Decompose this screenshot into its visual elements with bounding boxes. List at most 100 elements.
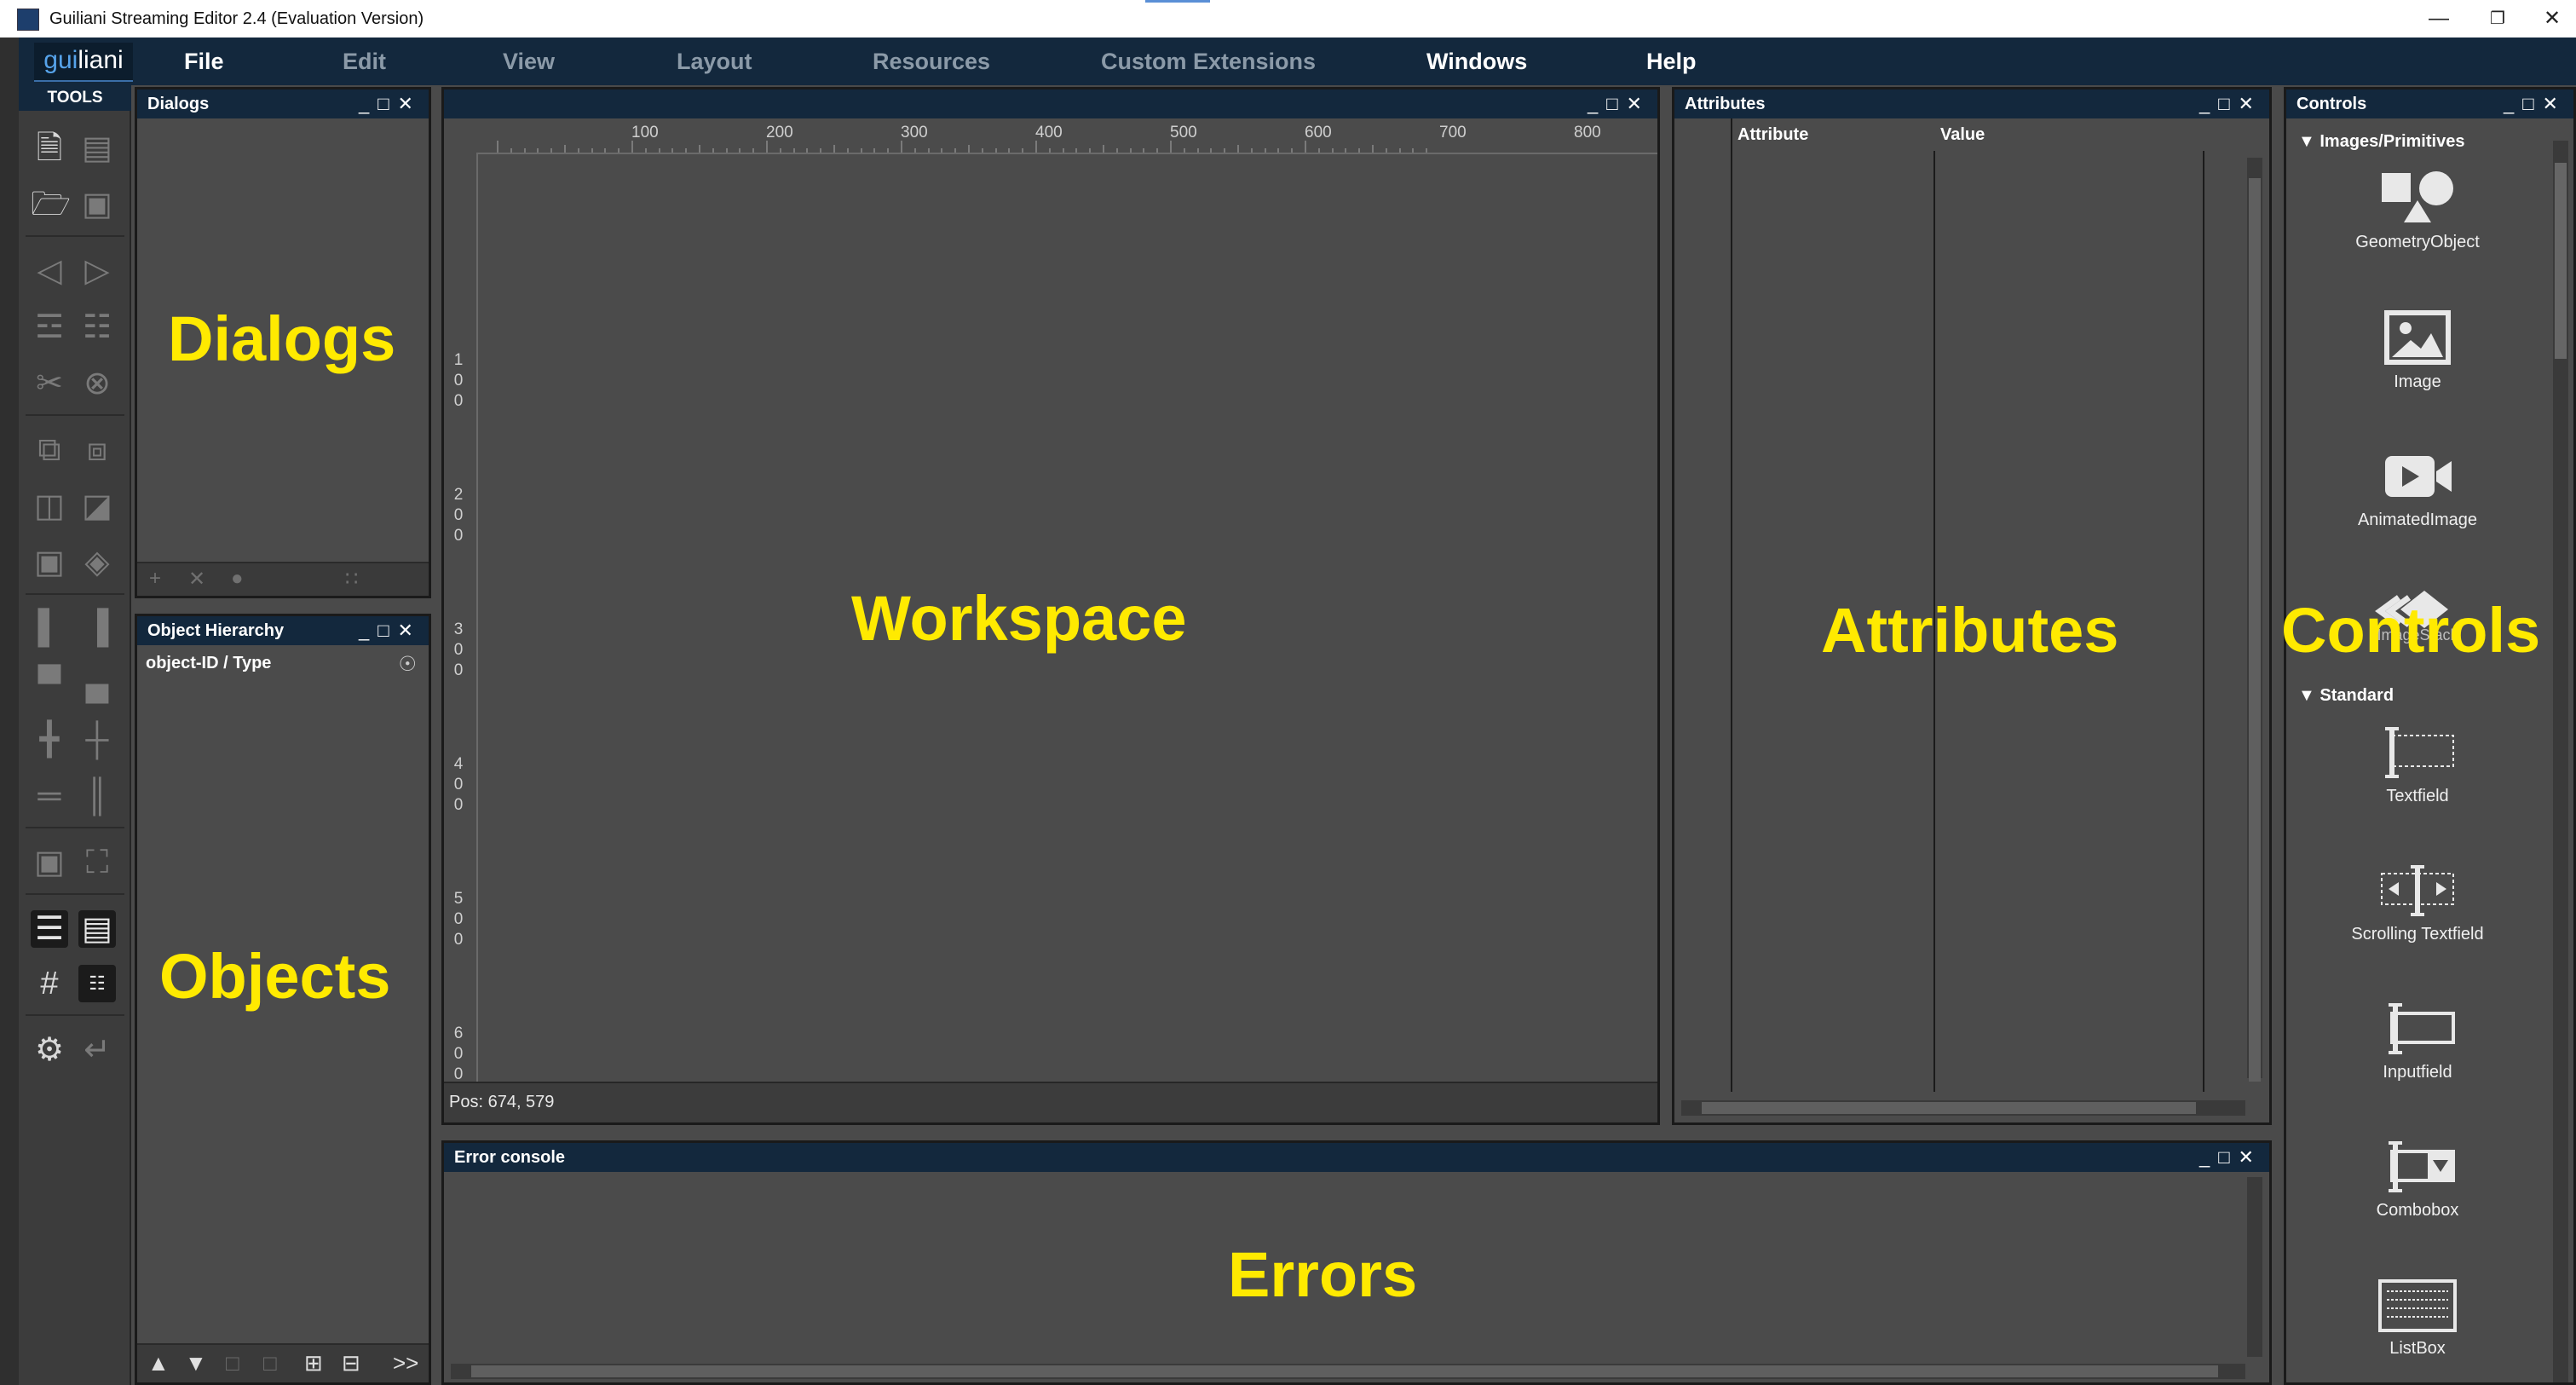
- tools-toolbar: TOOLS 🗎 ▤ 🗁 ▣ ◁ ▷ ☲ ☷ ✂ ⊗ ⧉ ⧈ ◫ ◪ ▣ ◈ ▌ …: [19, 85, 131, 1385]
- paste-icon[interactable]: ☷: [78, 309, 116, 346]
- list-view-icon[interactable]: ☰: [31, 910, 68, 948]
- delete-icon[interactable]: ⊗: [78, 365, 116, 402]
- restore-icon[interactable]: ❐: [2474, 3, 2521, 34]
- controls-panel: Controls _□✕ ▼ Images/Primitives Geometr…: [2281, 87, 2576, 1385]
- distribute-h-icon[interactable]: ═: [31, 777, 68, 815]
- control-geometryobject[interactable]: GeometryObject: [2341, 168, 2494, 252]
- menu-resources[interactable]: Resources: [873, 46, 990, 77]
- cut-icon[interactable]: ✂: [31, 365, 68, 402]
- panel-window-controls[interactable]: _□✕: [359, 89, 422, 118]
- error-console-title: Error console: [454, 1148, 566, 1167]
- menu-custom-extensions[interactable]: Custom Extensions: [1101, 46, 1316, 77]
- column-attribute[interactable]: Attribute: [1738, 125, 1808, 145]
- control-textfield[interactable]: Textfield: [2341, 722, 2494, 806]
- menu-edit[interactable]: Edit: [343, 46, 386, 77]
- menu-file[interactable]: File: [184, 46, 224, 77]
- backward-icon[interactable]: ◪: [78, 488, 116, 525]
- column-value[interactable]: Value: [1940, 125, 1985, 145]
- menu-help[interactable]: Help: [1646, 46, 1697, 77]
- align-center-v-icon[interactable]: ┼: [78, 721, 116, 759]
- ruler-tick: [1264, 148, 1266, 153]
- ruler-tick: [658, 148, 660, 153]
- settings-gear-icon[interactable]: ⚙: [31, 1031, 68, 1069]
- collapse-all-icon[interactable]: ⊟: [342, 1350, 360, 1376]
- remove-icon[interactable]: ✕: [188, 567, 205, 592]
- align-top-icon[interactable]: ▀: [31, 665, 68, 702]
- control-combobox[interactable]: Combobox: [2341, 1136, 2494, 1221]
- align-center-h-icon[interactable]: ╋: [31, 721, 68, 759]
- panel-window-controls[interactable]: _□✕: [2199, 89, 2262, 118]
- ruler-tick: [1224, 148, 1226, 153]
- expand-all-icon[interactable]: ⊞: [304, 1350, 323, 1376]
- geometry-shapes-icon: [2382, 171, 2453, 222]
- dot-icon[interactable]: ●: [231, 567, 244, 591]
- distribute-v-icon[interactable]: ║: [78, 777, 116, 815]
- new-file-icon[interactable]: 🗎: [31, 130, 68, 167]
- send-back-icon[interactable]: ⧈: [78, 431, 116, 469]
- more-icon[interactable]: >>: [393, 1350, 418, 1376]
- attributes-vertical-scrollbar[interactable]: [2247, 158, 2262, 1082]
- control-listbox[interactable]: ListBox: [2341, 1274, 2494, 1359]
- detail-view-icon[interactable]: ▤: [78, 910, 116, 948]
- controls-vertical-scrollbar[interactable]: [2553, 141, 2568, 1382]
- align-right-icon[interactable]: ▐: [78, 609, 116, 646]
- ruler-tick: [644, 148, 647, 153]
- ruler-tick: [901, 141, 902, 153]
- ruler-y-label: 400: [453, 755, 464, 814]
- video-camera-icon: [2385, 456, 2452, 497]
- new-dialog-icon[interactable]: ▤: [78, 130, 116, 167]
- group-icon[interactable]: ▣: [31, 544, 68, 581]
- move-top-icon[interactable]: □: [226, 1350, 239, 1376]
- open-folder-icon[interactable]: 🗁: [31, 186, 71, 223]
- menu-windows[interactable]: Windows: [1426, 46, 1527, 77]
- ruler-x-label: 300: [901, 124, 928, 141]
- align-left-icon[interactable]: ▌: [31, 609, 68, 646]
- left-frame: [0, 38, 19, 1385]
- control-inputfield[interactable]: Inputfield: [2341, 998, 2494, 1082]
- undo-icon[interactable]: ◁: [31, 252, 68, 290]
- error-vertical-scrollbar[interactable]: [2247, 1177, 2262, 1357]
- save-icon[interactable]: ▣: [78, 186, 116, 223]
- copy-icon[interactable]: ☲: [31, 309, 68, 346]
- control-image[interactable]: Image: [2341, 308, 2494, 392]
- control-scrolling-textfield[interactable]: Scrolling Textfield: [2341, 860, 2494, 944]
- error-horizontal-scrollbar[interactable]: [451, 1364, 2245, 1379]
- panel-window-controls[interactable]: _□✕: [2504, 89, 2567, 118]
- move-down-icon[interactable]: ▼: [185, 1350, 207, 1376]
- visibility-eye-icon[interactable]: ☉: [398, 652, 417, 677]
- move-bottom-icon[interactable]: □: [263, 1350, 277, 1376]
- ruler-tick: [1089, 148, 1092, 153]
- attributes-horizontal-scrollbar[interactable]: [1681, 1100, 2245, 1116]
- category-standard[interactable]: ▼ Standard: [2298, 686, 2394, 706]
- inputfield-icon: [2389, 1003, 2455, 1054]
- menu-layout[interactable]: Layout: [677, 46, 752, 77]
- fit-icon[interactable]: ▣: [31, 844, 68, 881]
- panel-window-controls[interactable]: _□✕: [2199, 1143, 2262, 1172]
- dialogs-title: Dialogs: [147, 95, 210, 113]
- panel-window-controls[interactable]: _□✕: [359, 616, 422, 645]
- ruler-tick: [510, 148, 512, 153]
- ruler-tick: [1183, 148, 1185, 153]
- close-icon[interactable]: ✕: [2528, 3, 2576, 34]
- redo-icon[interactable]: ▷: [78, 252, 116, 290]
- attributes-header: Attributes _□✕: [1674, 89, 2269, 118]
- forward-icon[interactable]: ◫: [31, 488, 68, 525]
- category-images-primitives[interactable]: ▼ Images/Primitives: [2298, 132, 2464, 152]
- error-console-panel: Error console _□✕ Errors: [441, 1140, 2272, 1385]
- add-icon[interactable]: +: [149, 567, 161, 591]
- export-icon[interactable]: ↵: [78, 1031, 116, 1069]
- ruler-tick: [806, 148, 809, 153]
- minimize-icon[interactable]: —: [2415, 3, 2463, 34]
- numbers-grid-icon[interactable]: ☷: [78, 965, 116, 1002]
- grid-dots-icon[interactable]: ∷: [345, 567, 358, 592]
- grid-icon[interactable]: #: [31, 965, 68, 1002]
- fullscreen-icon[interactable]: ⛶: [78, 844, 116, 881]
- menu-view[interactable]: View: [503, 46, 555, 77]
- align-bottom-icon[interactable]: ▄: [78, 665, 116, 702]
- move-up-icon[interactable]: ▲: [147, 1350, 170, 1376]
- ungroup-icon[interactable]: ◈: [78, 544, 116, 581]
- panel-window-controls[interactable]: _□✕: [1588, 89, 1651, 118]
- ruler-tick: [1196, 148, 1199, 153]
- control-animatedimage[interactable]: AnimatedImage: [2341, 446, 2494, 530]
- bring-front-icon[interactable]: ⧉: [31, 431, 68, 469]
